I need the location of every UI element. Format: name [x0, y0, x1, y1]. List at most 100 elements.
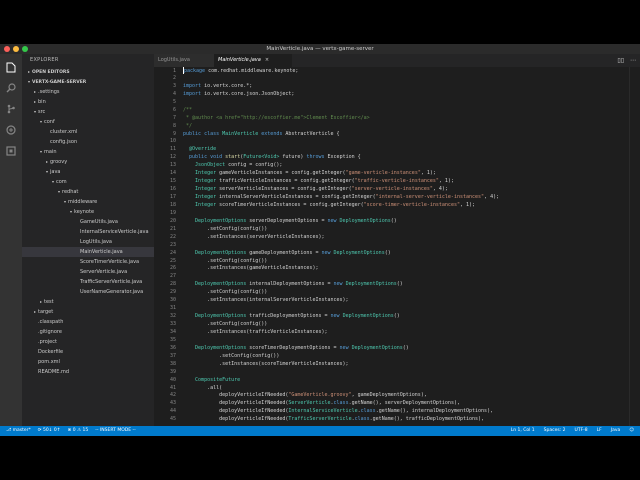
cursor-position[interactable]: Ln 1, Col 1: [511, 426, 535, 436]
search-icon[interactable]: [4, 81, 18, 95]
code-token: serverVerticleInstances = config.getInte…: [216, 186, 352, 193]
git-icon[interactable]: [4, 102, 18, 116]
code-token: .setConfig(config()): [183, 289, 268, 296]
line-number: 16: [169, 186, 176, 193]
tree-item[interactable]: ScoreTimerVerticle.java: [22, 257, 154, 267]
debug-icon[interactable]: [4, 123, 18, 137]
code-editor[interactable]: 1 package com.redhat.middleware.keynote; 2…: [154, 67, 640, 426]
tree-item-label: conf: [44, 119, 55, 125]
tab-logutils[interactable]: LogUtils.java: [154, 54, 214, 67]
tree-item[interactable]: ▾ keynote: [22, 207, 154, 217]
explorer-header: EXPLORER: [30, 57, 59, 63]
extensions-icon[interactable]: [4, 144, 18, 158]
tree-item-label: test: [44, 299, 54, 305]
line-number: 45: [169, 416, 176, 423]
tree-item-label: main: [44, 149, 57, 155]
tree-item[interactable]: ▾ conf: [22, 117, 154, 127]
code-token: * @author <a href="http://escoffier.me">…: [183, 114, 370, 121]
tree-item[interactable]: ▾ main: [22, 147, 154, 157]
line-number: 14: [169, 170, 176, 177]
code-token: Integer: [183, 178, 217, 185]
tree-item[interactable]: .gitignore: [22, 327, 154, 337]
tree-item[interactable]: README.md: [22, 367, 154, 377]
code-token: "server-verticle-instances": [351, 186, 433, 193]
tree-item[interactable]: ▸ bin: [22, 97, 154, 107]
tree-item[interactable]: ▾ java: [22, 167, 154, 177]
tree-item[interactable]: ▾ middleware: [22, 197, 154, 207]
code-token: scoreTimerVerticleInstances = config.get…: [216, 201, 364, 208]
activity-bar: [0, 54, 22, 426]
warning-icon: ⚠: [77, 428, 82, 433]
indentation[interactable]: Spaces: 2: [544, 426, 566, 436]
code-token: DeploymentOptions: [183, 313, 247, 320]
smiley-icon[interactable]: ☺: [629, 426, 634, 436]
code-line: 2: [154, 75, 640, 83]
code-line: 21 .setConfig(config()): [154, 226, 640, 234]
project-section[interactable]: ▾ VERTX-GAME-SERVER: [22, 77, 154, 87]
sync-status[interactable]: ⟳ 50↓ 0↑: [38, 426, 61, 436]
open-editors-section[interactable]: ▸ OPEN EDITORS: [22, 67, 154, 77]
more-icon[interactable]: ⋯: [630, 57, 636, 64]
tree-item[interactable]: LogUtils.java: [22, 237, 154, 247]
code-line: 7 * @author <a href="http://escoffier.me…: [154, 115, 640, 123]
tree-item-label: pom.xml: [38, 359, 60, 365]
scrollbar[interactable]: [629, 67, 630, 426]
tree-item[interactable]: ▸ test: [22, 297, 154, 307]
tree-item[interactable]: ▾ com: [22, 177, 154, 187]
line-number: 10: [169, 138, 176, 145]
file-tree: ▸ .settings ▸ bin ▾ src ▾ conf cluster.xml config…: [22, 87, 154, 377]
code-line: 20 DeploymentOptions serverDeploymentOpt…: [154, 218, 640, 226]
code-token: extends: [261, 130, 283, 137]
line-number: 24: [169, 249, 176, 256]
branch-label: master*: [12, 428, 31, 433]
problems-status[interactable]: ⊗ 0 ⚠ 15: [68, 426, 89, 436]
tree-item[interactable]: ▾ src: [22, 107, 154, 117]
language-mode[interactable]: Java: [611, 426, 621, 436]
tree-item-label: Dockerfile: [38, 349, 64, 355]
code-line: 10: [154, 138, 640, 146]
branch-status[interactable]: ⎇ master*: [6, 426, 31, 436]
tree-item[interactable]: Dockerfile: [22, 347, 154, 357]
tree-item[interactable]: InternalServiceVerticle.java: [22, 227, 154, 237]
code-line: 36 DeploymentOptions scoreTimerDeploymen…: [154, 345, 640, 353]
code-token: ServerVerticle: [288, 400, 331, 407]
tree-item[interactable]: ▸ target: [22, 307, 154, 317]
code-token: @Override: [183, 146, 217, 153]
tree-item[interactable]: GameUtils.java: [22, 217, 154, 227]
line-number: 43: [169, 400, 176, 407]
encoding[interactable]: UTF-8: [575, 426, 588, 436]
tree-item[interactable]: ServerVerticle.java: [22, 267, 154, 277]
line-number: 2: [172, 74, 176, 81]
line-number: 26: [169, 265, 176, 272]
line-number: 33: [169, 321, 176, 327]
tree-item[interactable]: MainVerticle.java: [22, 247, 154, 257]
line-number: 20: [169, 217, 176, 224]
tree-item[interactable]: .project: [22, 337, 154, 347]
files-icon[interactable]: [4, 60, 18, 74]
tree-item[interactable]: ▾ redhat: [22, 187, 154, 197]
tree-item[interactable]: ▸ groovy: [22, 157, 154, 167]
explorer-sidebar: EXPLORER ▸ OPEN EDITORS ▾ VERTX-GAME-SERVE…: [22, 54, 154, 426]
tree-item[interactable]: .classpath: [22, 317, 154, 327]
code-token: , 1);: [420, 170, 436, 177]
tree-item[interactable]: cluster.xml: [22, 127, 154, 137]
code-token: io.vertx.core.*;: [201, 82, 253, 89]
line-ending[interactable]: LF: [597, 426, 602, 436]
code-line: 37 .setConfig(config()): [154, 353, 640, 361]
tree-item[interactable]: config.json: [22, 137, 154, 147]
code-token: new: [333, 281, 343, 288]
close-icon[interactable]: ×: [265, 57, 269, 63]
line-number: 32: [169, 313, 176, 320]
code-token: throws: [306, 154, 325, 161]
split-editor-icon[interactable]: ▯▯: [617, 57, 624, 64]
tab-mainverticle[interactable]: MainVerticle.java ×: [214, 54, 292, 67]
code-token: trafficDeploymentOptions =: [246, 313, 331, 320]
tree-item[interactable]: pom.xml: [22, 357, 154, 367]
tree-item[interactable]: ▸ .settings: [22, 87, 154, 97]
code-token: future): [279, 154, 307, 161]
tree-item[interactable]: TrafficServerVerticle.java: [22, 277, 154, 287]
tab-label: MainVerticle.java: [218, 57, 261, 63]
code-line: 12 public void start(Future<Void> future…: [154, 154, 640, 162]
tree-item[interactable]: UserNameGenerator.java: [22, 287, 154, 297]
code-token: start: [225, 154, 241, 161]
